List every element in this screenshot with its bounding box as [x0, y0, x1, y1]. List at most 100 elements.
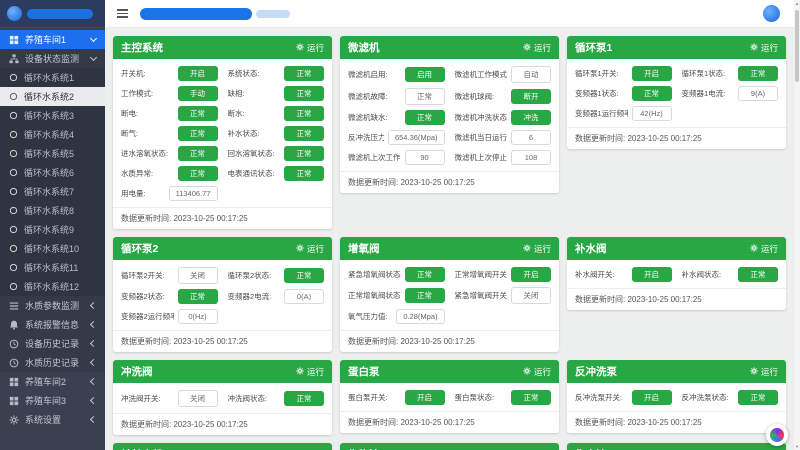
sidebar-item-circulation-system-3[interactable]: 循环水系统3 [0, 106, 105, 125]
update-time-value: 2023-10-25 00:17:25 [173, 420, 248, 429]
field-label: 补水状态: [227, 129, 260, 138]
sidebar-item-circulation-system-12[interactable]: 循环水系统12 [0, 277, 105, 296]
status-badge: 正常 [404, 88, 445, 105]
status-badge: 正常 [177, 289, 218, 304]
field-row: 补水阀状态: 正常 [681, 267, 778, 282]
run-status-button[interactable]: 运行 [296, 42, 324, 54]
run-status-button[interactable]: 运行 [523, 243, 551, 255]
sidebar-item-water-quality-history[interactable]: 水质历史记录 [0, 353, 105, 372]
status-badge: 断开 [511, 89, 551, 104]
field-row: 微滤机缺水: 正常 [348, 110, 445, 125]
scroll-up-icon[interactable]: ▲ [794, 1, 800, 6]
update-time-label: 数据更新时间: [121, 420, 172, 429]
run-status-button[interactable]: 运行 [750, 42, 778, 54]
field-label: 蛋白泵开关: [348, 393, 388, 402]
sidebar-item-device-status-monitor[interactable]: 设备状态监测 [0, 49, 105, 68]
sidebar-item-workshop-3[interactable]: 养殖车间3 [0, 391, 105, 410]
status-badge: 0.28(Mpa) [396, 309, 445, 324]
card-title: 主控系统 [121, 42, 163, 54]
card-oxygen-valve: 增氧阀 运行 紧急增氧阀状态: 正常 正常增氧阀开关: 开启 正常增氧阀状态: 正常 紧急增氧阀… [340, 237, 559, 352]
update-time-value: 2023-10-25 00:17:25 [400, 178, 475, 187]
sidebar-item-circulation-system-9[interactable]: 循环水系统9 [0, 220, 105, 239]
card-header: 冲洗阀 运行 [113, 360, 332, 383]
card-header: 蛋白泵 运行 [340, 360, 559, 383]
field-row: 工作模式: 手动 [121, 86, 218, 101]
field-row: 循环泵2开关: 关闭 [121, 267, 218, 284]
field-label: 变频器1运行频率: [575, 109, 628, 118]
status-badge: 9(A) [738, 86, 778, 101]
scroll-down-icon[interactable]: ▼ [794, 444, 800, 449]
run-status-button[interactable]: 运行 [750, 243, 778, 255]
field-row: 水质异常: 正常 [121, 166, 218, 181]
hamburger-icon[interactable] [117, 9, 128, 18]
card-title: 补水阀 [575, 243, 607, 255]
gear-icon [523, 243, 531, 254]
card-backwash-pump: 反冲洗泵 运行 反冲洗泵开关: 开启 反冲洗泵状态: 正常 数据更新时间: 2023-10-… [567, 360, 786, 433]
gear-icon [523, 366, 531, 377]
sidebar-item-circulation-system-2[interactable]: 循环水系统2 [0, 87, 105, 106]
sidebar-menu: 养殖车间1 设备状态监测 循环水系统1 循环水系统2 循环水系统3 循环水系统4 循环水系统… [0, 28, 105, 429]
field-row: 反冲洗泵状态: 正常 [682, 390, 778, 405]
chevron-down-icon [89, 53, 98, 62]
update-time-value: 2023-10-25 00:17:25 [627, 418, 702, 427]
sitemap-icon [9, 53, 19, 64]
status-badge: 自动 [511, 66, 551, 83]
field-label: 用电量: [121, 189, 146, 198]
field-label: 蛋白泵状态: [454, 393, 495, 402]
card-circulation-pump-1: 循环泵1 运行 循环泵1开关: 开启 循环泵1状态: 正常 变频器1状态: 正常 变频器1电流:… [567, 36, 786, 149]
field-row: 冲洗阀状态: 正常 [228, 390, 324, 407]
run-status-button[interactable]: 运行 [750, 366, 778, 378]
sidebar-item-system-alarms[interactable]: 系统报警信息 [0, 315, 105, 334]
update-time-value: 2023-10-25 00:17:25 [173, 214, 248, 223]
floating-widget-button[interactable] [766, 424, 788, 446]
sidebar-item-label: 系统设置 [25, 415, 62, 425]
sidebar-item-circulation-system-4[interactable]: 循环水系统4 [0, 125, 105, 144]
field-row: 微滤机球阀: 断开 [455, 88, 551, 105]
sidebar-item-water-quality-params[interactable]: 水质参数监测 [0, 296, 105, 315]
card-title: 微滤机 [348, 42, 380, 54]
sidebar-item-circulation-system-11[interactable]: 循环水系统11 [0, 258, 105, 277]
sidebar-item-system-settings[interactable]: 系统设置 [0, 410, 105, 429]
field-row: 用电量: 113406.77 [121, 186, 218, 201]
main-content: 主控系统 运行 开关机: 开启 系统状态: 正常 工作模式: 手动 缺相: 正常 断电: 正常 断水: 正… [105, 28, 794, 450]
field-row: 循环泵1状态: 正常 [682, 66, 778, 81]
sidebar-item-device-history[interactable]: 设备历史记录 [0, 334, 105, 353]
gear-icon [296, 366, 304, 377]
field-label: 进水溶氧状态: [121, 149, 169, 158]
sidebar-item-circulation-system-7[interactable]: 循环水系统7 [0, 182, 105, 201]
sidebar-item-circulation-system-6[interactable]: 循环水系统6 [0, 163, 105, 182]
sidebar-item-label: 循环水系统7 [24, 187, 75, 197]
field-label: 循环泵2状态: [227, 271, 272, 280]
sidebar-item-circulation-system-5[interactable]: 循环水系统5 [0, 144, 105, 163]
user-avatar[interactable] [763, 5, 780, 22]
sidebar-item-circulation-system-1[interactable]: 循环水系统1 [0, 68, 105, 87]
circle-icon [9, 263, 18, 272]
update-time-value: 2023-10-25 00:17:25 [627, 134, 702, 143]
run-status-button[interactable]: 运行 [523, 366, 551, 378]
status-badge: 关闭 [177, 390, 218, 407]
circle-icon [9, 130, 18, 139]
field-row: 变频器2状态: 正常 [121, 289, 218, 304]
card-body: 微滤机启用: 启用 微滤机工作模式: 自动 微滤机故障: 正常 微滤机球阀: 断开 微滤机缺水:… [340, 59, 559, 171]
run-status-label: 运行 [306, 366, 324, 377]
card-water-refill-valve: 补水阀 运行 补水阀开关: 开启 补水阀状态: 正常 数据更新时间: 2023-10-25 … [567, 237, 786, 310]
sidebar: 养殖车间1 设备状态监测 循环水系统1 循环水系统2 循环水系统3 循环水系统4 循环水系统… [0, 0, 105, 450]
card-header: 主控系统 运行 [113, 36, 332, 59]
card-title: 反冲洗泵 [575, 366, 617, 378]
sidebar-item-workshop-2[interactable]: 养殖车间2 [0, 372, 105, 391]
run-status-button[interactable]: 运行 [523, 42, 551, 54]
scrollbar-thumb[interactable] [795, 10, 799, 82]
card-header: 增氧阀 运行 [340, 237, 559, 260]
vertical-scrollbar[interactable]: ▲ ▼ [794, 0, 800, 450]
sidebar-item-circulation-system-10[interactable]: 循环水系统10 [0, 239, 105, 258]
sidebar-item-label: 循环水系统5 [24, 149, 75, 159]
card-drum-motor: 转鼓电机运行转鼓电机开关:开启转鼓电机状态:正常数据更新时间: 2023-10-… [113, 443, 332, 450]
sidebar-item-workshop-1[interactable]: 养殖车间1 [0, 30, 105, 49]
run-status-button[interactable]: 运行 [296, 243, 324, 255]
run-status-button[interactable]: 运行 [296, 366, 324, 378]
field-label: 补水阀状态: [681, 270, 722, 279]
field-label: 断电: [121, 109, 139, 118]
sidebar-item-circulation-system-8[interactable]: 循环水系统8 [0, 201, 105, 220]
update-time-label: 数据更新时间: [575, 295, 626, 304]
update-time-label: 数据更新时间: [348, 178, 399, 187]
